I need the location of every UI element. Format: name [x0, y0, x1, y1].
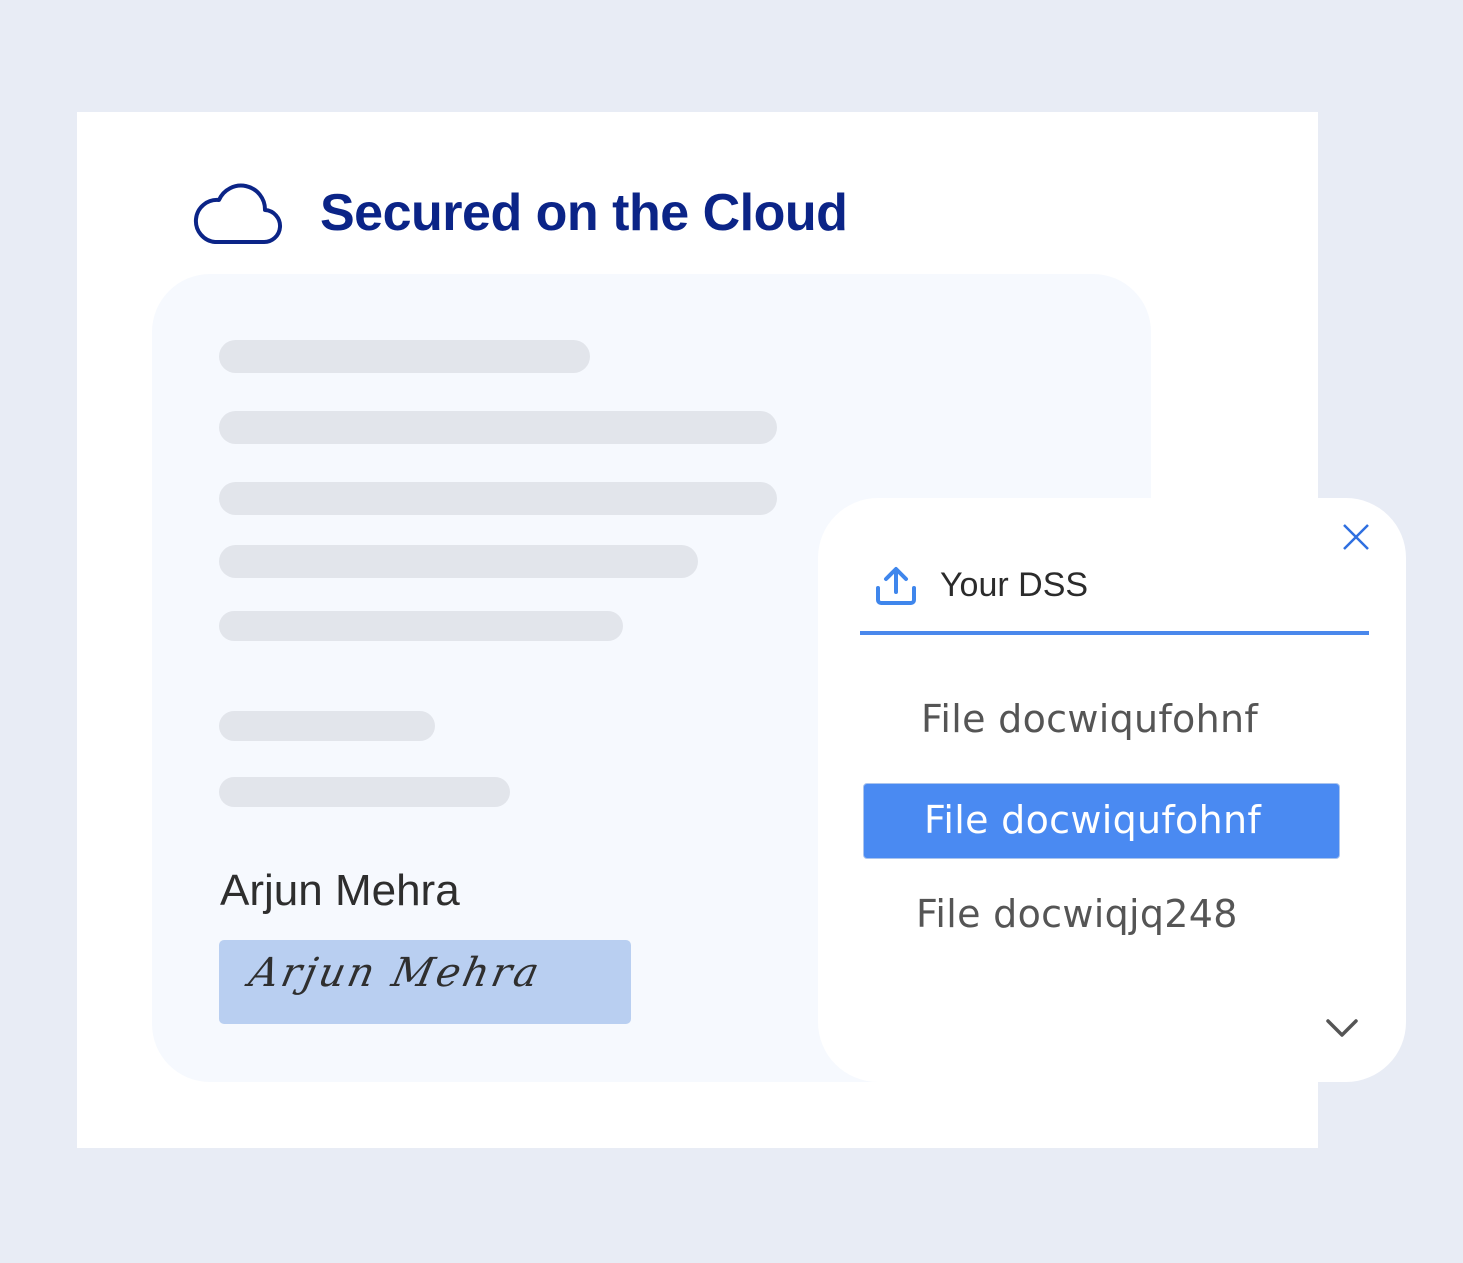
- placeholder-line: [219, 411, 777, 444]
- panel-title: Your DSS: [940, 566, 1089, 604]
- page-title: Secured on the Cloud: [320, 184, 848, 242]
- file-item[interactable]: File docwiqjq248: [916, 892, 1238, 936]
- placeholder-line: [219, 711, 435, 741]
- placeholder-line: [219, 777, 510, 807]
- upload-icon: [876, 567, 916, 605]
- placeholder-line: [219, 482, 777, 515]
- tab-underline: [860, 631, 1369, 635]
- file-item-selected[interactable]: File docwiqufohnf: [863, 783, 1340, 859]
- file-item[interactable]: File docwiqufohnf: [921, 697, 1258, 741]
- signer-name: Arjun Mehra: [220, 866, 460, 915]
- placeholder-line: [219, 340, 590, 373]
- chevron-down-icon[interactable]: [1324, 1015, 1360, 1043]
- placeholder-line: [219, 611, 623, 641]
- placeholder-line: [219, 545, 698, 578]
- file-item-label: File docwiqufohnf: [924, 798, 1262, 842]
- cloud-icon: [193, 183, 282, 245]
- signature: Arjun Mehra: [245, 950, 546, 996]
- close-icon[interactable]: [1340, 521, 1372, 553]
- header: Secured on the Cloud: [193, 178, 848, 248]
